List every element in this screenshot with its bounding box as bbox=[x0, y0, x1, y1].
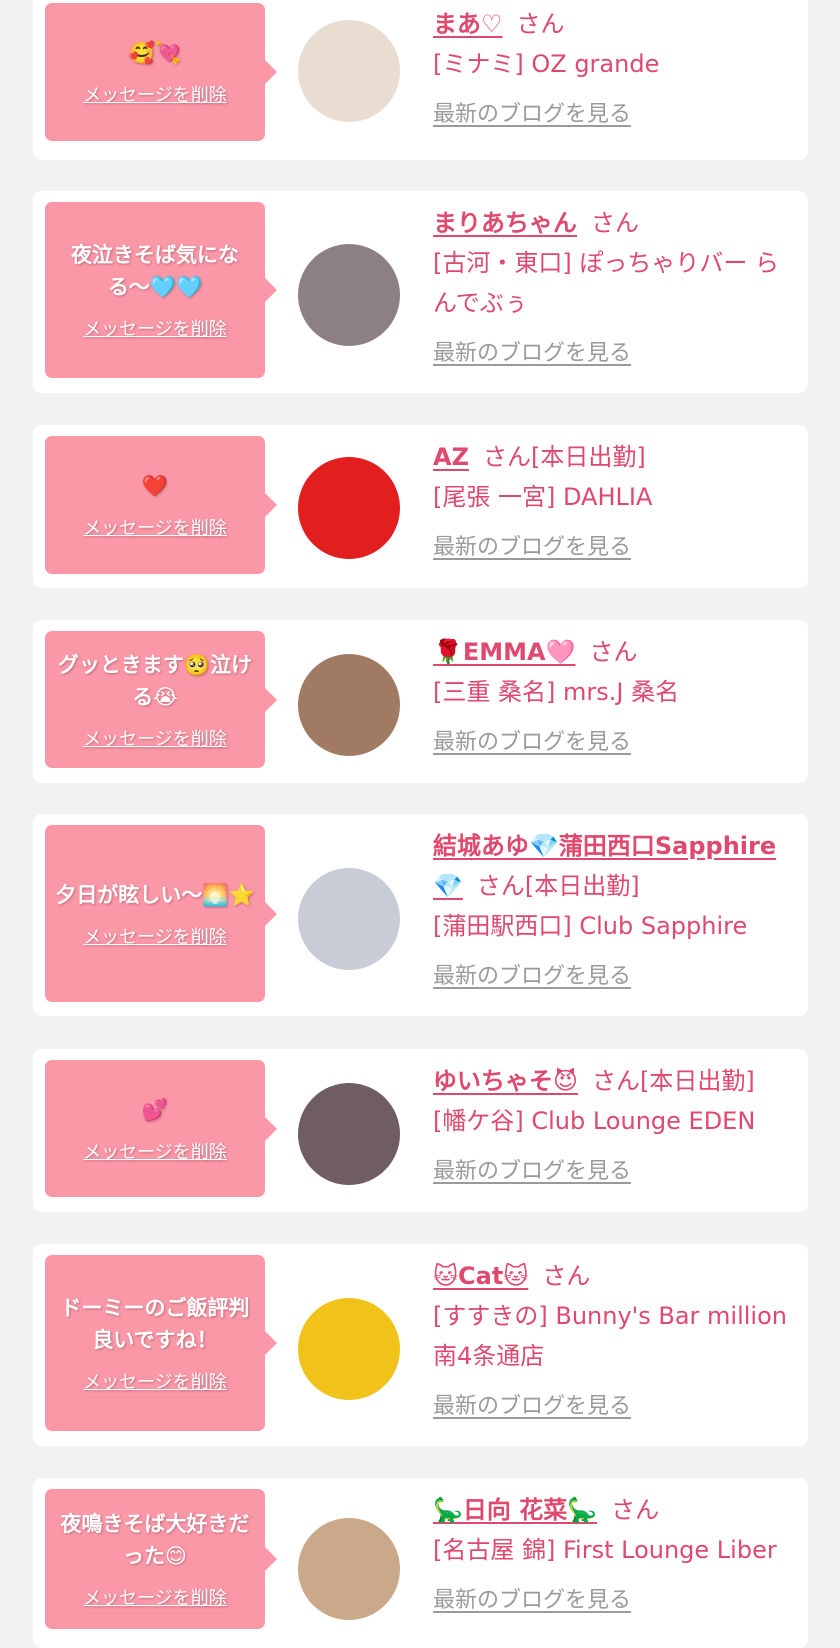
honorific-status: さん[本日出勤] bbox=[592, 1067, 755, 1095]
message-bubble: ❤️ メッセージを削除 bbox=[45, 436, 277, 574]
avatar[interactable] bbox=[298, 457, 400, 559]
message-text: 🥰💘 bbox=[128, 41, 182, 65]
cast-name-link[interactable]: まあ♡ bbox=[433, 10, 503, 38]
avatar[interactable] bbox=[298, 1298, 400, 1400]
photo-love-icon bbox=[298, 1083, 400, 1185]
photo-balloons-icon bbox=[298, 868, 400, 970]
cast-name-link[interactable]: 🌹EMMA🩷 bbox=[433, 638, 576, 666]
cast-name-link[interactable]: 🦕日向 花菜🦕 bbox=[433, 1496, 597, 1524]
message-text: ❤️ bbox=[141, 474, 169, 498]
honorific-status: さん bbox=[611, 1496, 660, 1524]
shop-name: [ミナミ] OZ grande bbox=[433, 50, 660, 78]
message-bubble: ドーミーのご飯評判良いですね！ メッセージを削除 bbox=[45, 1255, 277, 1431]
delete-message-link[interactable]: メッセージを削除 bbox=[83, 1138, 227, 1164]
honorific-status: さん bbox=[589, 638, 638, 666]
shop-name: [蒲田駅西口] Club Sapphire bbox=[433, 912, 748, 940]
message-card: 🥰💘 メッセージを削除 まあ♡ さん [ミナミ] OZ grande 最新のブログを見る bbox=[33, 0, 808, 160]
photo-bunny-icon bbox=[298, 1298, 400, 1400]
delete-message-link[interactable]: メッセージを削除 bbox=[83, 725, 227, 751]
cast-info: 結城あゆ💎蒲田西口Sapphire💎 さん[本日出勤] [蒲田駅西口] Club S… bbox=[433, 826, 788, 990]
cast-info: まりあちゃん さん [古河・東口] ぽっちゃりバー らんでぶぅ最新のブログを見る bbox=[433, 203, 788, 367]
cast-name-link[interactable]: AZ bbox=[433, 443, 469, 471]
latest-blog-link[interactable]: 最新のブログを見る bbox=[433, 335, 631, 367]
cast-name-link[interactable]: まりあちゃん bbox=[433, 209, 577, 237]
message-list: 🥰💘 メッセージを削除 まあ♡ さん [ミナミ] OZ grande 最新のブログを見る夜… bbox=[0, 0, 840, 1648]
message-card: 夜泣きそば気になる〜🩵🩵 メッセージを削除 まりあちゃん さん [古河・東口] ぽっちゃ… bbox=[33, 191, 808, 393]
message-bubble: 夜鳴きそば大好きだった😊 メッセージを削除 bbox=[45, 1489, 277, 1629]
cast-name-link[interactable]: 🐱Cat🐱 bbox=[433, 1262, 528, 1290]
message-bubble: 夜泣きそば気になる〜🩵🩵 メッセージを削除 bbox=[45, 202, 277, 378]
honorific-status: さん[本日出勤] bbox=[476, 872, 640, 900]
message-card: グッときます🥺泣ける😭 メッセージを削除 🌹EMMA🩷 さん [三重 桑名] mrs.J… bbox=[33, 620, 808, 783]
message-card: 夜鳴きそば大好きだった😊 メッセージを削除 🦕日向 花菜🦕 さん [名古屋 錦] Fir… bbox=[33, 1478, 808, 1648]
cast-info: 🐱Cat🐱 さん [すすきの] Bunny's Bar million 南4条通店最… bbox=[433, 1256, 788, 1420]
photo-selfie-icon bbox=[298, 20, 400, 122]
message-text: 夕日が眩しい〜🌅⭐ bbox=[55, 882, 255, 907]
message-text: 夜泣きそば気になる〜🩵🩵 bbox=[71, 243, 239, 299]
honorific-status: さん bbox=[591, 209, 639, 237]
shop-name: [尾張 一宮] DAHLIA bbox=[433, 483, 653, 511]
delete-message-link[interactable]: メッセージを削除 bbox=[83, 1584, 227, 1610]
message-bubble: 夕日が眩しい〜🌅⭐ メッセージを削除 bbox=[45, 825, 277, 1002]
message-card: ドーミーのご飯評判良いですね！ メッセージを削除 🐱Cat🐱 さん [すすきの] Bun… bbox=[33, 1244, 808, 1446]
cast-info: まあ♡ さん [ミナミ] OZ grande 最新のブログを見る bbox=[433, 4, 788, 128]
delete-message-link[interactable]: メッセージを削除 bbox=[83, 514, 227, 540]
message-card: 夕日が眩しい〜🌅⭐ メッセージを削除 結城あゆ💎蒲田西口Sapphire💎 さん[本日… bbox=[33, 814, 808, 1016]
delete-message-link[interactable]: メッセージを削除 bbox=[83, 81, 227, 107]
delete-message-link[interactable]: メッセージを削除 bbox=[83, 1368, 227, 1394]
avatar[interactable] bbox=[298, 1083, 400, 1185]
message-card: 💕 メッセージを削除 ゆいちゃそ😈 さん[本日出勤] [幡ケ谷] Club Lounge… bbox=[33, 1049, 808, 1212]
shop-name: [幡ケ谷] Club Lounge EDEN bbox=[433, 1107, 756, 1135]
latest-blog-link[interactable]: 最新のブログを見る bbox=[433, 958, 631, 990]
cast-info: 🦕日向 花菜🦕 さん [名古屋 錦] First Lounge Liber 最新のブロ… bbox=[433, 1490, 788, 1614]
honorific-status: さん bbox=[542, 1262, 591, 1290]
cast-name-link[interactable]: ゆいちゃそ😈 bbox=[433, 1067, 578, 1095]
message-text: ドーミーのご飯評判良いですね！ bbox=[60, 1296, 250, 1352]
latest-blog-link[interactable]: 最新のブログを見る bbox=[433, 1388, 631, 1420]
latest-blog-link[interactable]: 最新のブログを見る bbox=[433, 724, 631, 756]
avatar[interactable] bbox=[298, 1518, 400, 1620]
delete-message-link[interactable]: メッセージを削除 bbox=[83, 315, 227, 341]
latest-blog-link[interactable]: 最新のブログを見る bbox=[433, 96, 631, 128]
avatar[interactable] bbox=[298, 20, 400, 122]
avatar[interactable] bbox=[298, 868, 400, 970]
latest-blog-link[interactable]: 最新のブログを見る bbox=[433, 1153, 631, 1185]
avatar[interactable] bbox=[298, 654, 400, 756]
message-text: グッときます🥺泣ける😭 bbox=[57, 652, 253, 709]
shop-name: [すすきの] Bunny's Bar million 南4条通店 bbox=[433, 1302, 787, 1370]
photo-kimono-icon bbox=[298, 654, 400, 756]
message-bubble: グッときます🥺泣ける😭 メッセージを削除 bbox=[45, 631, 277, 768]
message-bubble: 🥰💘 メッセージを削除 bbox=[45, 3, 277, 141]
shop-name: [三重 桑名] mrs.J 桑名 bbox=[433, 678, 680, 706]
shop-name: [名古屋 錦] First Lounge Liber bbox=[433, 1536, 777, 1564]
cast-info: AZ さん[本日出勤] [尾張 一宮] DAHLIA 最新のブログを見る bbox=[433, 437, 788, 561]
honorific-status: さん[本日出勤] bbox=[482, 443, 646, 471]
latest-blog-link[interactable]: 最新のブログを見る bbox=[433, 529, 631, 561]
delete-message-link[interactable]: メッセージを削除 bbox=[83, 923, 227, 949]
photo-happy-icon bbox=[298, 244, 400, 346]
message-bubble: 💕 メッセージを削除 bbox=[45, 1060, 277, 1197]
shop-name: [古河・東口] ぽっちゃりバー らんでぶぅ bbox=[433, 249, 779, 317]
message-text: 夜鳴きそば大好きだった😊 bbox=[60, 1512, 250, 1568]
cast-info: 🌹EMMA🩷 さん [三重 桑名] mrs.J 桑名最新のブログを見る bbox=[433, 632, 788, 756]
message-card: ❤️ メッセージを削除 AZ さん[本日出勤] [尾張 一宮] DAHLIA 最新のブログ… bbox=[33, 425, 808, 588]
latest-blog-link[interactable]: 最新のブログを見る bbox=[433, 1582, 631, 1614]
avatar[interactable] bbox=[298, 244, 400, 346]
honorific-status: さん bbox=[516, 10, 565, 38]
message-text: 💕 bbox=[141, 1097, 169, 1122]
photo-cap-icon bbox=[298, 1518, 400, 1620]
photo-red-heart-icon bbox=[298, 457, 400, 559]
cast-info: ゆいちゃそ😈 さん[本日出勤] [幡ケ谷] Club Lounge EDEN 最新のブ… bbox=[433, 1061, 788, 1185]
